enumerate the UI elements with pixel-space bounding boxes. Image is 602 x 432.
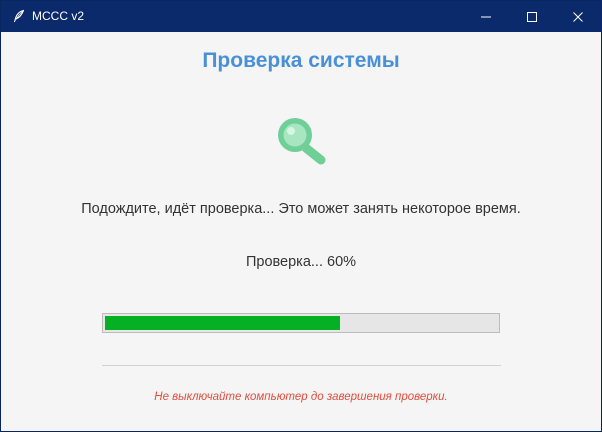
feather-icon: [12, 9, 26, 23]
window-title: МССС v2: [32, 9, 85, 23]
search-icon: [273, 115, 329, 171]
page-title: Проверка системы: [202, 49, 400, 72]
minimize-button[interactable]: [463, 1, 509, 32]
progress-bar-fill: [105, 316, 340, 330]
close-button[interactable]: [555, 1, 601, 32]
close-icon: [572, 11, 584, 23]
progress-bar: [102, 313, 500, 333]
maximize-button[interactable]: [509, 1, 555, 32]
divider: [102, 365, 501, 366]
warning-text: Не выключайте компьютер до завершения пр…: [154, 391, 448, 403]
progress-status: Проверка... 60%: [245, 254, 357, 270]
maximize-icon: [526, 11, 538, 23]
app-window: МССС v2 Проверка системы Подождите, идёт…: [0, 0, 602, 432]
title-bar[interactable]: МССС v2: [1, 1, 601, 32]
wait-message: Подождите, идёт проверка... Это может за…: [81, 201, 521, 217]
minimize-icon: [480, 11, 492, 23]
main-content: Проверка системы Подождите, идёт проверк…: [1, 32, 601, 431]
